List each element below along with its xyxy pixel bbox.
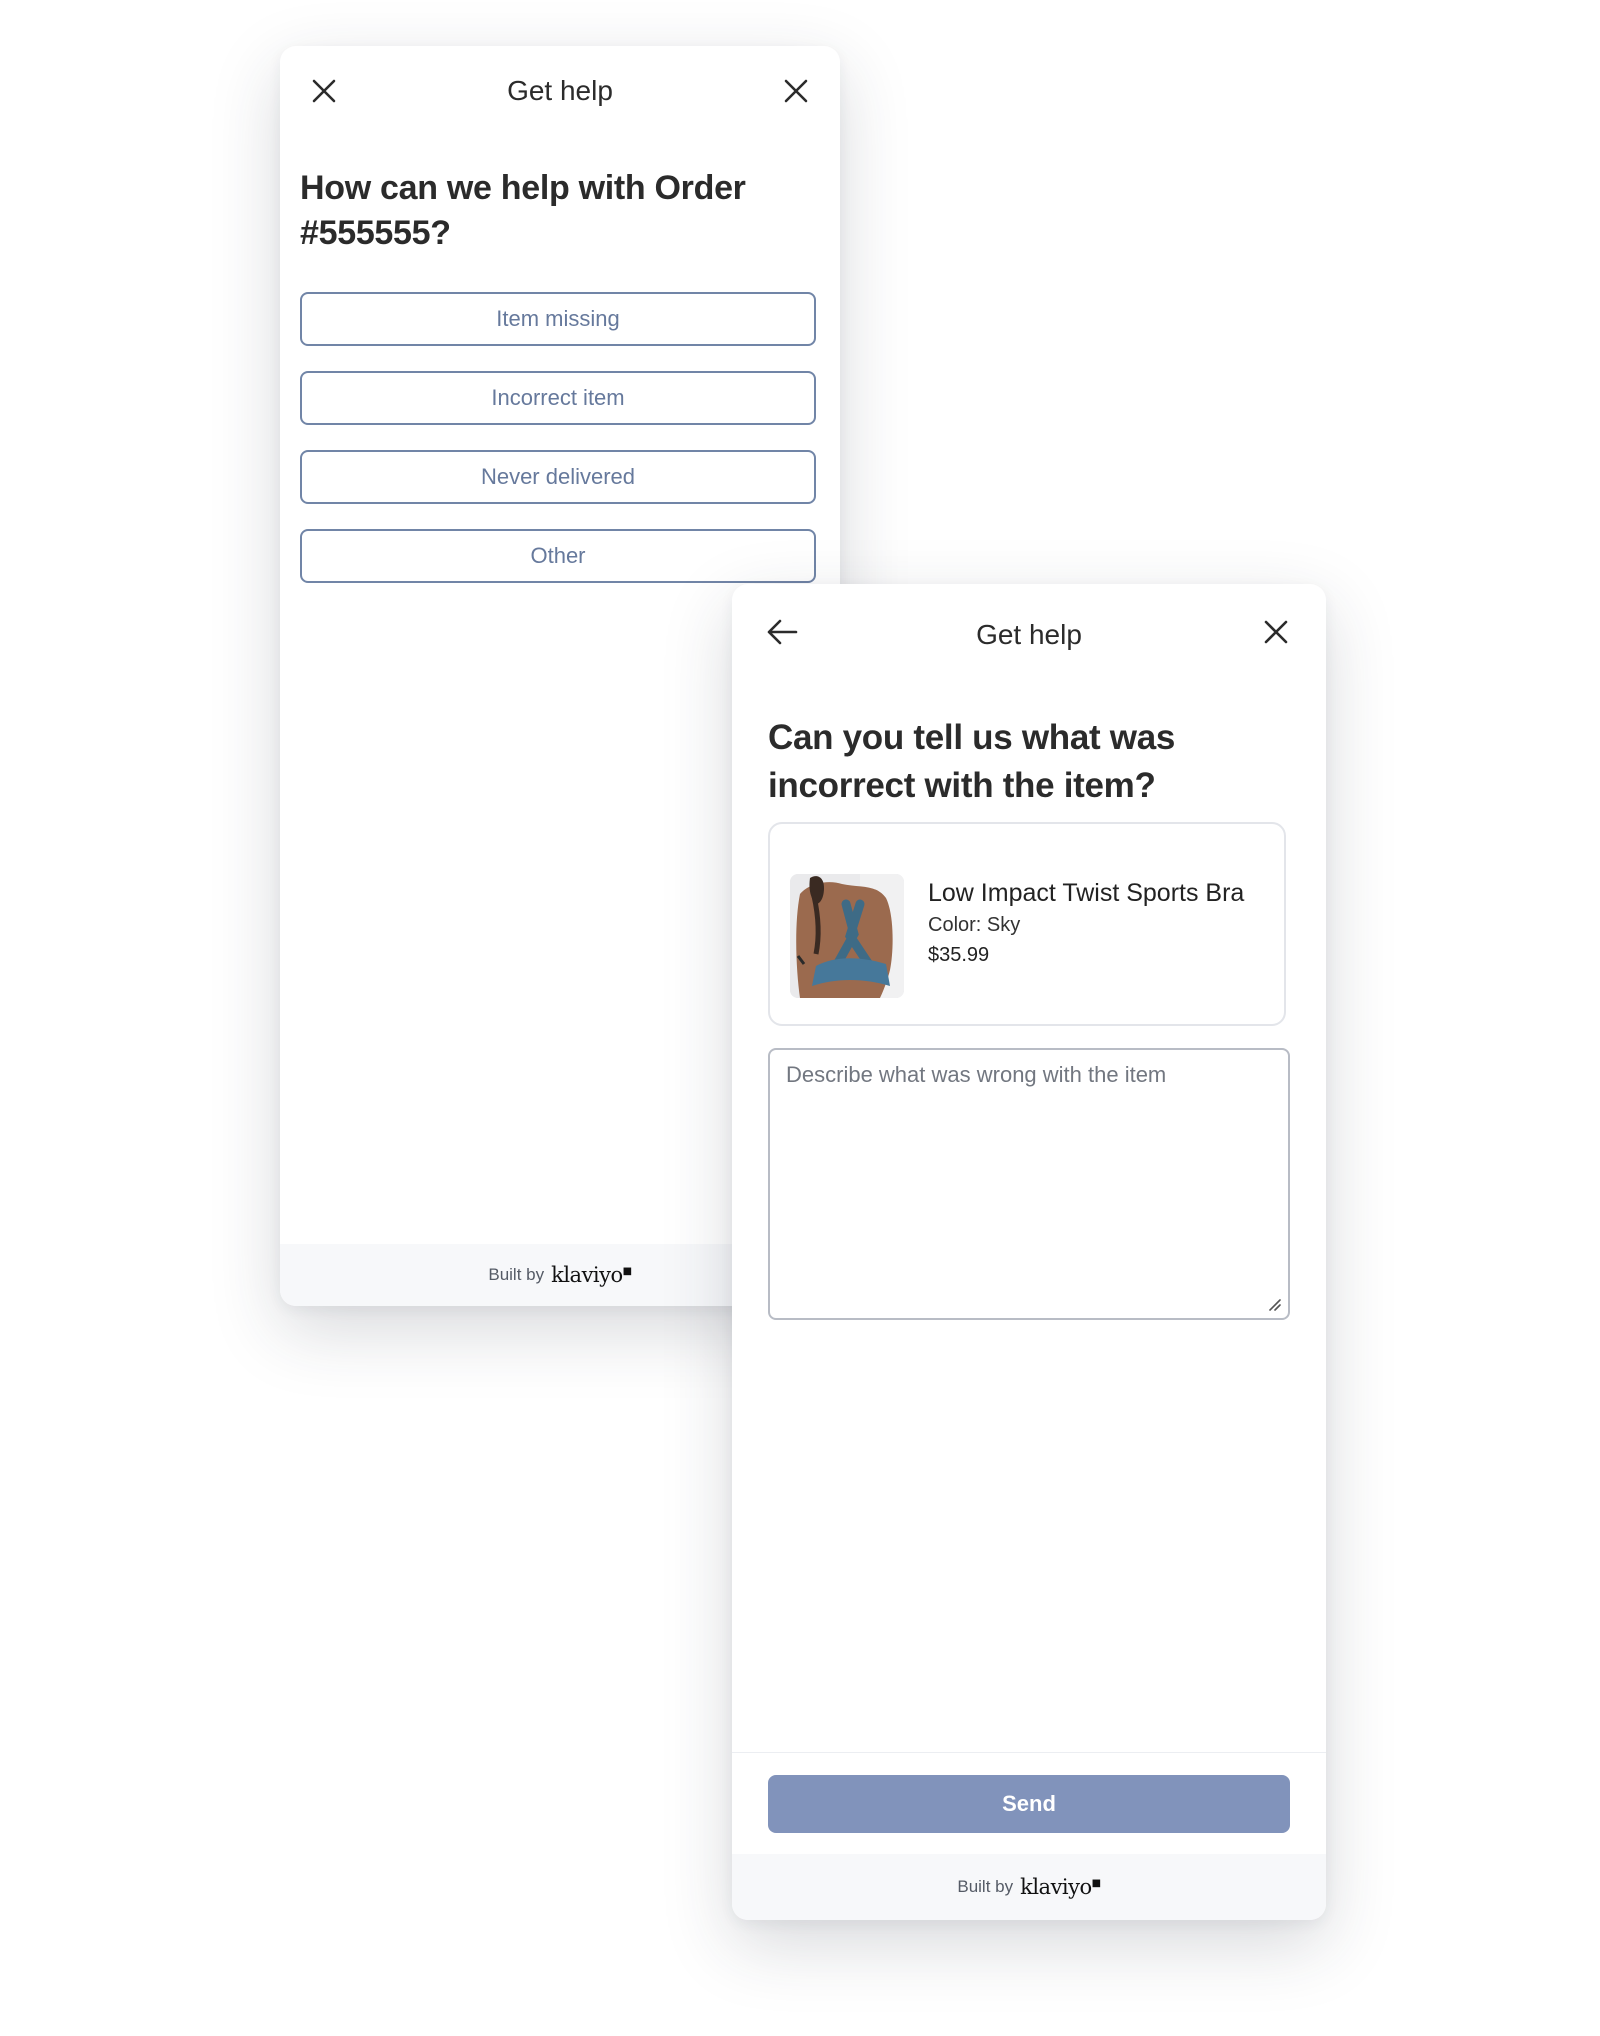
panel-header: Get help (732, 584, 1326, 674)
get-help-panel-incorrect-item: Get help Can you tell us what was incorr… (732, 584, 1326, 1920)
option-other[interactable]: Other (300, 529, 816, 583)
option-never-delivered[interactable]: Never delivered (300, 450, 816, 504)
help-question: Can you tell us what was incorrect with … (768, 718, 1176, 805)
stage: Get help How can we help with Order #555… (0, 0, 1600, 2036)
option-item-missing[interactable]: Item missing (300, 292, 816, 346)
close-icon[interactable] (1256, 612, 1296, 652)
option-incorrect-item[interactable]: Incorrect item (300, 371, 816, 425)
send-button[interactable]: Send (768, 1775, 1290, 1833)
product-card: Low Impact Twist Sports Bra Color: Sky $… (768, 822, 1286, 1026)
product-color: Color: Sky (928, 914, 1021, 936)
built-by-text: Built by (488, 1265, 545, 1284)
product-info: Low Impact Twist Sports Bra Color: Sky $… (928, 876, 1244, 970)
panel-header: Get help (280, 46, 840, 136)
help-options: Item missing Incorrect item Never delive… (300, 292, 816, 608)
built-by-text: Built by (957, 1877, 1014, 1896)
close-icon[interactable] (776, 71, 816, 111)
klaviyo-logo[interactable]: klaviyo■ (1020, 1875, 1101, 1899)
built-by-footer: Built by klaviyo■ (732, 1854, 1326, 1920)
product-image (790, 874, 904, 998)
send-bar: Send (732, 1752, 1326, 1859)
panel-title: Get help (976, 619, 1082, 650)
product-name: Low Impact Twist Sports Bra (928, 879, 1245, 907)
resize-handle-icon[interactable] (1266, 1296, 1282, 1312)
panel-title: Get help (507, 75, 613, 106)
product-price: $35.99 (928, 944, 990, 966)
help-question: How can we help with Order #555555? (300, 169, 746, 252)
describe-issue-textarea[interactable] (768, 1048, 1290, 1320)
klaviyo-logo[interactable]: klaviyo■ (551, 1263, 632, 1287)
